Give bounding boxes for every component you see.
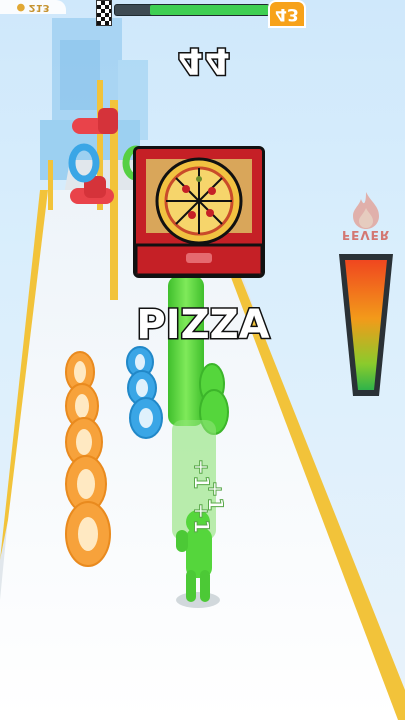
fever-label: FEVER (341, 228, 391, 242)
finish-flag-icon (96, 0, 112, 26)
pizza-box-icon (133, 146, 265, 278)
game-scene: +1 +1 +1 ● 213 43 44 PIZZA FEVER (0, 0, 405, 720)
progress-fill (150, 5, 269, 15)
plus-one-indicator: +1 (189, 502, 214, 534)
level-progress: 43 (96, 0, 308, 28)
coin-counter: ● 213 (0, 0, 66, 14)
fever-meter: FEVER (333, 190, 399, 400)
coin-count: 213 (28, 2, 50, 13)
pizza-graphic (136, 149, 262, 275)
coin-icon: ● (16, 2, 26, 13)
gate-post (48, 160, 53, 210)
ring-score: 44 (176, 39, 233, 83)
item-label: PIZZA (135, 301, 271, 350)
progress-track (114, 4, 270, 16)
level-badge: 43 (268, 0, 306, 28)
fever-gauge (339, 254, 393, 396)
flame-icon (353, 192, 379, 229)
